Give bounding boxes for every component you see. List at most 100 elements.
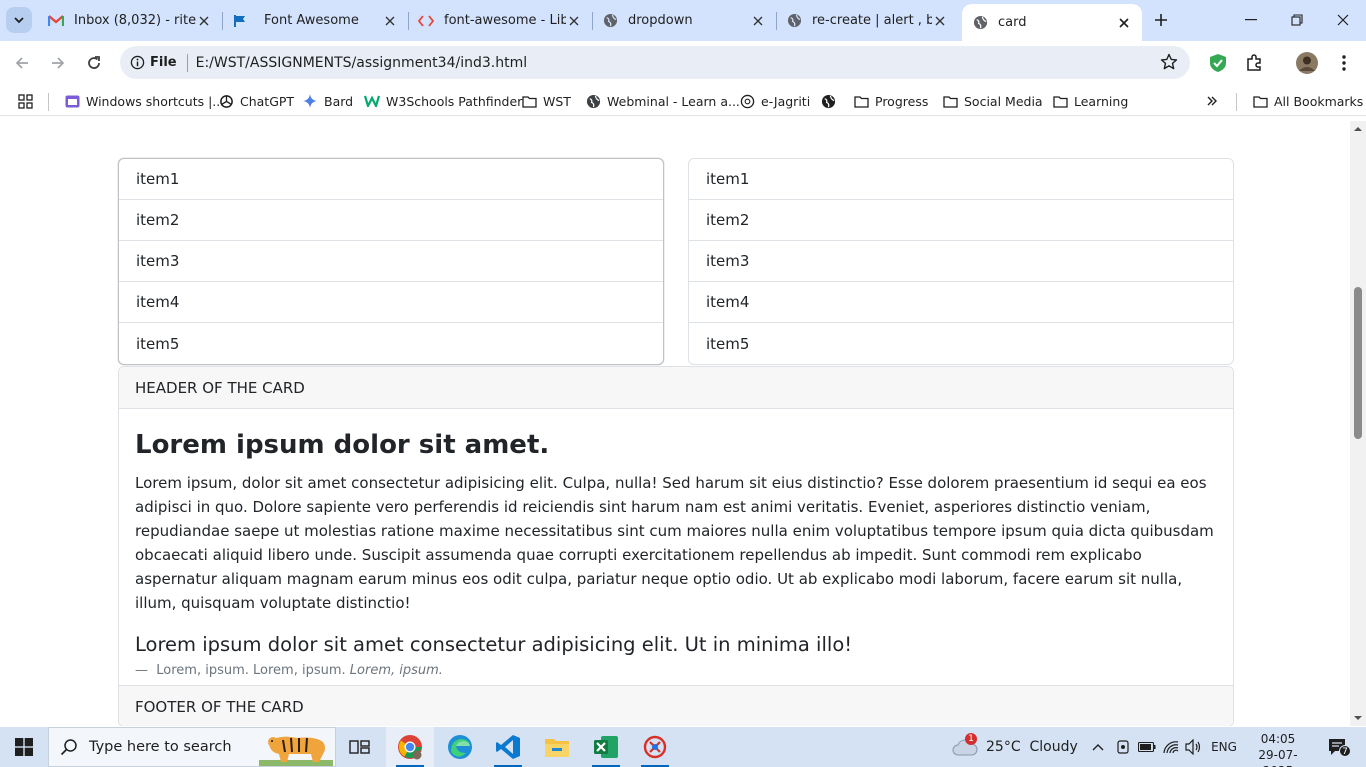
scroll-down-arrow-icon[interactable] (1353, 713, 1363, 723)
bookmark-label: Bard (324, 93, 354, 109)
file-explorer-icon (545, 739, 569, 757)
volume-icon[interactable] (1183, 727, 1205, 767)
card-text: Lorem ipsum, dolor sit amet consectetur … (135, 474, 1214, 612)
bookmark-label: ChatGPT (240, 93, 295, 109)
weather-temp: 25°C (986, 739, 1021, 755)
tab-search-button[interactable] (6, 7, 32, 33)
bookmark-webminal[interactable]: Webminal - Learn a... (585, 91, 740, 111)
show-hidden-icons-button[interactable] (1088, 727, 1108, 767)
bookmarks-overflow-button[interactable] (1204, 91, 1226, 111)
blockquote-dash: — (135, 663, 148, 678)
taskbar-search-box[interactable]: Type here to search (48, 727, 336, 767)
weather-text: Cloudy (1029, 739, 1078, 755)
close-icon[interactable] (1116, 15, 1132, 31)
search-icon (49, 738, 89, 756)
close-icon[interactable] (382, 13, 398, 29)
tab-title: re-create | alert , badg (812, 13, 932, 28)
taskbar-chrome[interactable] (386, 727, 434, 767)
scrollbar-thumb[interactable] (1354, 287, 1362, 439)
toolbar: File E:/WST/ASSIGNMENTS/assignment34/ind… (0, 41, 1366, 85)
bookmark-chatgpt[interactable]: ChatGPT (218, 91, 294, 111)
list-item: item4 (119, 282, 663, 323)
app-shield-icon (643, 735, 667, 759)
bookmark-e-jagriti[interactable]: e-Jagriti (739, 91, 810, 111)
page-scrollbar[interactable] (1350, 121, 1366, 726)
tab-card[interactable]: card (962, 4, 1142, 41)
close-icon[interactable] (932, 13, 948, 29)
blockquote-source: Lorem, ipsum. Lorem, ipsum. (156, 663, 346, 678)
list-group-left: item1 item2 item3 item4 item5 (118, 158, 664, 365)
emblem-icon (739, 93, 755, 109)
puzzle-extensions-icon[interactable] (1243, 52, 1265, 74)
list-item: item4 (689, 282, 1233, 323)
weather-widget[interactable]: 1 25°C Cloudy (952, 727, 1078, 767)
bookmark-learning[interactable]: Learning (1052, 91, 1128, 111)
bookmark-star-icon[interactable] (1160, 53, 1178, 71)
chevron-double-right-icon (1204, 93, 1220, 109)
search-placeholder: Type here to search (89, 739, 232, 755)
all-bookmarks-button[interactable]: All Bookmarks (1252, 91, 1363, 111)
globe-icon (585, 93, 601, 109)
site-info-button[interactable]: File (130, 53, 188, 72)
taskbar-edge[interactable] (436, 727, 484, 767)
forward-button[interactable] (44, 49, 72, 77)
back-button[interactable] (8, 49, 36, 77)
list-item: item2 (119, 200, 663, 241)
tab-inbox[interactable]: Inbox (8,032) - riteshi (38, 0, 223, 41)
meet-now-icon[interactable] (1112, 727, 1134, 767)
globe-icon (972, 15, 988, 31)
bookmark-wst[interactable]: WST (521, 91, 571, 111)
close-icon[interactable] (196, 13, 212, 29)
wifi-icon[interactable] (1160, 727, 1182, 767)
bookmark-label: e-Jagriti (761, 93, 811, 109)
reload-button[interactable] (80, 49, 108, 77)
close-window-button[interactable] (1320, 0, 1366, 40)
tab-dropdown[interactable]: dropdown (592, 0, 777, 41)
w3schools-icon (364, 93, 380, 109)
globe-icon (786, 13, 802, 29)
taskbar-clock[interactable]: 04:05 29-07-2025 (1252, 731, 1304, 767)
taskbar-vscode[interactable] (484, 727, 532, 767)
tab-font-awesome[interactable]: Font Awesome (222, 0, 409, 41)
close-icon[interactable] (566, 13, 582, 29)
bookmark-windows-shortcuts[interactable]: Windows shortcuts |... (64, 91, 224, 111)
excel-icon (594, 736, 618, 758)
battery-icon[interactable] (1136, 727, 1158, 767)
tab-recreate-alert[interactable]: re-create | alert , badg (776, 0, 958, 41)
start-button[interactable] (0, 727, 48, 767)
close-icon[interactable] (750, 13, 766, 29)
shield-extension-icon[interactable] (1207, 52, 1229, 74)
clock-time: 04:05 (1260, 732, 1296, 746)
restore-button[interactable] (1274, 0, 1320, 40)
notification-icon: 7 (1327, 737, 1351, 757)
bookmark-w3schools[interactable]: W3Schools Pathfinder (364, 91, 522, 111)
address-bar[interactable]: File E:/WST/ASSIGNMENTS/assignment34/ind… (120, 46, 1190, 79)
url-text[interactable]: E:/WST/ASSIGNMENTS/assignment34/ind3.htm… (196, 55, 528, 71)
taskbar-excel[interactable] (582, 727, 630, 767)
taskbar-app[interactable] (631, 727, 679, 767)
bookmark-globe[interactable] (820, 91, 842, 111)
edge-icon (448, 735, 472, 759)
clock-date: 29-07-2025 (1258, 748, 1298, 767)
tab-font-awesome-library[interactable]: font-awesome - Libra (408, 0, 593, 41)
input-language-button[interactable]: ENG (1208, 727, 1240, 767)
bookmark-progress[interactable]: Progress (853, 91, 928, 111)
apps-grid-button[interactable] (17, 91, 39, 111)
scroll-up-arrow-icon[interactable] (1353, 124, 1363, 134)
minimize-button[interactable] (1228, 0, 1274, 40)
tiger-illustration-icon (259, 736, 333, 766)
bookmark-social-media[interactable]: Social Media (942, 91, 1043, 111)
tab-title: Font Awesome (264, 13, 359, 28)
bookmark-bard[interactable]: Bard (302, 91, 353, 111)
task-view-button[interactable] (336, 727, 384, 767)
chatgpt-icon (218, 93, 234, 109)
new-tab-button[interactable] (1149, 8, 1173, 32)
card-header: HEADER OF THE CARD (119, 367, 1233, 409)
folder-icon (942, 93, 958, 109)
avatar[interactable] (1296, 52, 1318, 74)
bookmarks-divider (48, 93, 49, 111)
menu-kebab-icon[interactable] (1333, 52, 1355, 74)
taskbar-file-explorer[interactable] (533, 727, 581, 767)
notification-center-button[interactable]: 7 (1318, 727, 1358, 767)
apps-grid-icon (17, 93, 33, 109)
